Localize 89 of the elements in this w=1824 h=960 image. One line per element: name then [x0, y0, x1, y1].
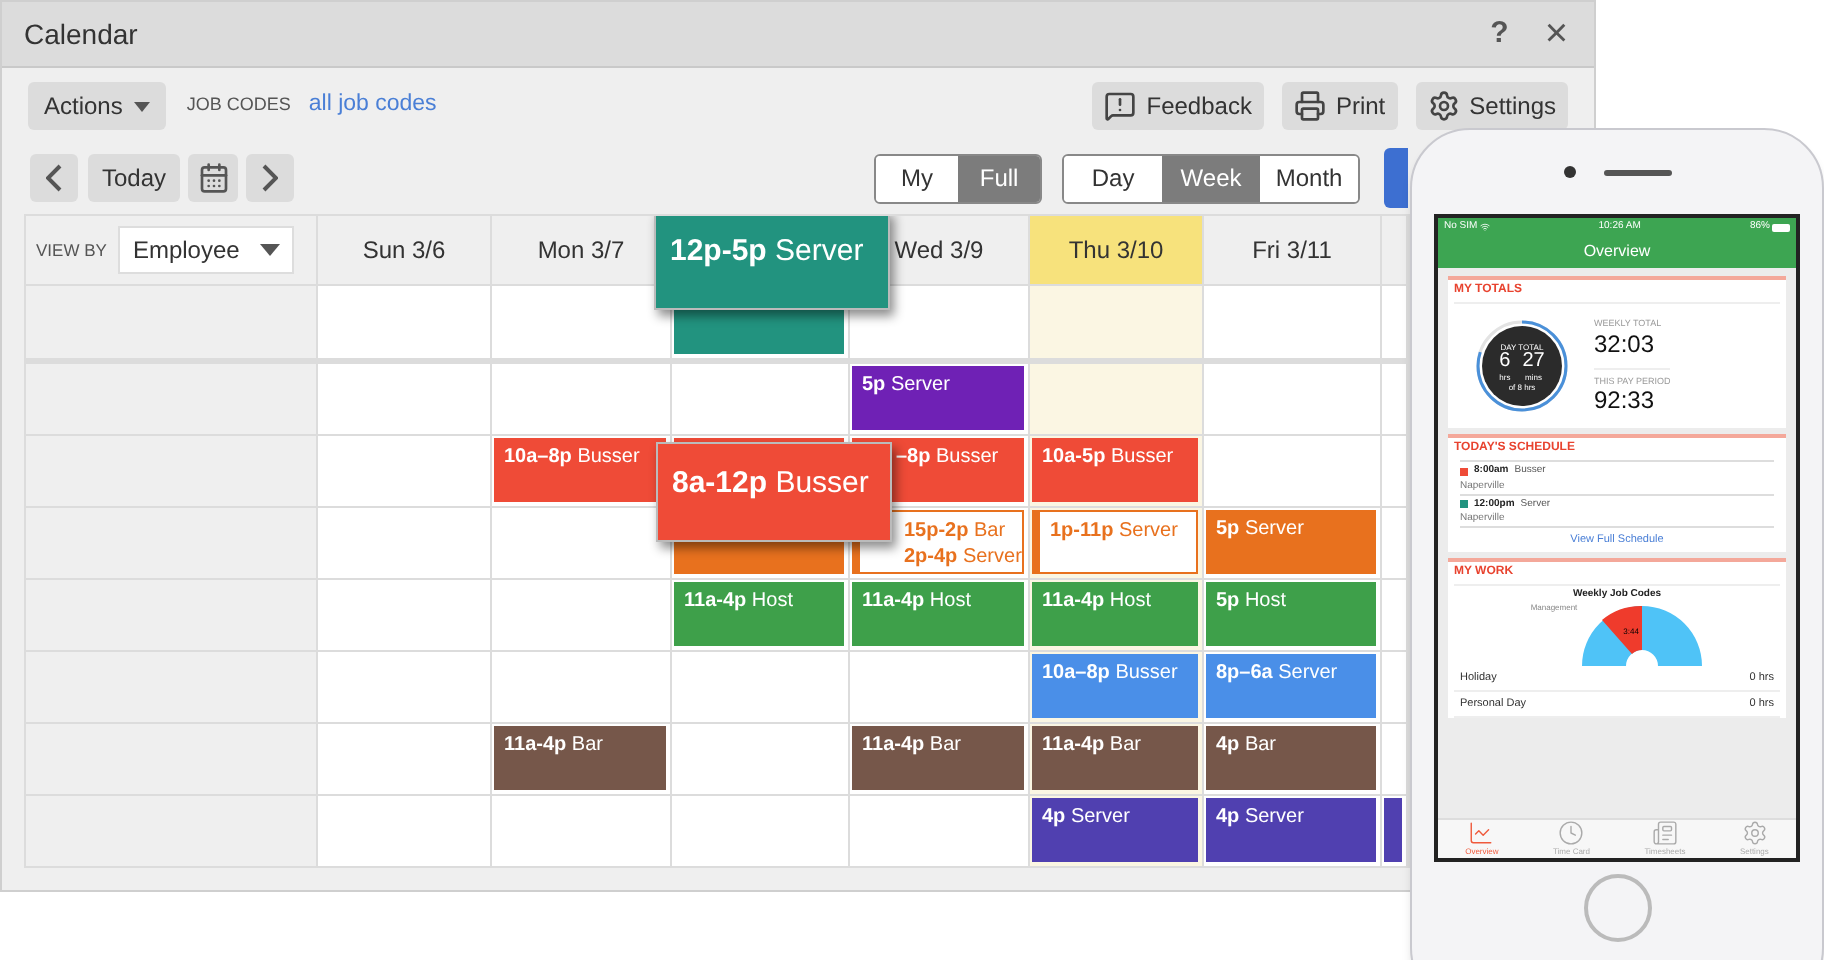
- view-by-select[interactable]: Employee: [118, 226, 295, 274]
- shift-label: 10a–8p Busser: [1042, 660, 1178, 686]
- feedback-icon: [1104, 90, 1137, 122]
- actions-button[interactable]: Actions: [28, 82, 167, 130]
- view-toggle[interactable]: Week: [1162, 155, 1261, 201]
- shift-block[interactable]: 10a–8p Busser: [494, 438, 666, 502]
- day-label: Wed 3/9: [894, 234, 984, 268]
- shift-block[interactable]: 11a-4p Host: [1032, 582, 1198, 646]
- hours-value: 6: [1499, 351, 1511, 371]
- view-toggle[interactable]: Month: [1260, 155, 1359, 201]
- job-codes-label: JOB CODES: [186, 92, 291, 119]
- speaker-icon: [1603, 169, 1671, 175]
- shift-label: 11a-4p Host: [862, 588, 971, 614]
- shift-label: 11a-4p Host: [684, 588, 793, 614]
- shift-block[interactable]: 11a-4p Bar: [494, 726, 666, 790]
- day-label: Sun 3/6: [362, 234, 446, 268]
- chart-icon: [1468, 820, 1495, 846]
- shift-label: 11a-4p Bar: [504, 732, 603, 758]
- shift-block[interactable]: 1p-11p Server: [1032, 510, 1198, 574]
- day-cell: [1382, 286, 1406, 358]
- day-label: Mon 3/7: [537, 234, 625, 268]
- shift-block[interactable]: 10a-5p Busser: [1032, 438, 1198, 502]
- shift-block[interactable]: 10a–8p Busser: [1032, 654, 1198, 718]
- job-codes-link[interactable]: all job codes: [308, 88, 437, 124]
- next-button[interactable]: [246, 154, 295, 202]
- shift-label: 2p-4p Server: [904, 544, 1022, 570]
- period-value: 92:33: [1594, 388, 1657, 415]
- shift-label: 5p Server: [1216, 516, 1304, 542]
- sheet-icon: [1651, 820, 1678, 846]
- shift-label: 11a-4p Host: [1042, 588, 1151, 614]
- day-label: Fri 3/11: [1252, 234, 1332, 268]
- shift-label: 5p Host: [1216, 588, 1287, 614]
- shift-label: 15p-2p Bar: [904, 518, 1006, 544]
- toolbar-button[interactable]: Feedback: [1092, 82, 1264, 130]
- shift-label: 8p–6a Server: [1216, 660, 1338, 686]
- settings-icon: [1741, 820, 1768, 846]
- chevron-left-icon: [46, 164, 62, 192]
- shift-block[interactable]: 11a-4p Host: [674, 582, 844, 646]
- shift-block[interactable]: 8p–6a Server: [1206, 654, 1376, 718]
- shift-label: 10a-5p Busser: [1042, 444, 1174, 470]
- weekly-value: 32:03: [1594, 331, 1657, 357]
- help-button[interactable]: ?: [1490, 11, 1509, 57]
- view-by-label: VIEW BY: [36, 237, 107, 263]
- shift-block[interactable]: 5p Server: [852, 366, 1024, 430]
- settings-icon: [1427, 90, 1460, 122]
- job-codes-chart-drawing: [1579, 602, 1704, 667]
- printer-icon: [1293, 90, 1326, 122]
- wifi-icon: [1479, 222, 1490, 232]
- shift-block[interactable]: 5p Server: [1206, 510, 1376, 574]
- caret-icon: [260, 244, 281, 256]
- toolbar-button[interactable]: [1384, 148, 1409, 208]
- shift-label: 11a-4p Bar: [862, 732, 961, 758]
- window-title: Calendar: [24, 15, 138, 53]
- scope-toggle[interactable]: My: [876, 155, 959, 201]
- battery-icon: [1771, 223, 1790, 231]
- calendar-icon: [197, 162, 230, 194]
- shift-label: –8p Busser: [896, 444, 999, 470]
- camera-icon: [1563, 166, 1575, 178]
- view-toggle[interactable]: Day: [1064, 155, 1163, 201]
- popup-label: 12p-5p Server: [670, 234, 864, 268]
- day-cell: [1382, 436, 1406, 506]
- date-picker-button[interactable]: [188, 154, 239, 202]
- shift-label: 4p Server: [1216, 804, 1304, 830]
- shift-block[interactable]: 11a-4p Bar: [852, 726, 1024, 790]
- shift-label: 5p Server: [862, 372, 950, 398]
- shift-label: 10a–8p Busser: [504, 444, 640, 470]
- shift-label: 4p Server: [1042, 804, 1130, 830]
- shift-label: 4p Bar: [1216, 732, 1277, 758]
- toolbar-button[interactable]: Print: [1281, 82, 1398, 130]
- shift-block[interactable]: 4p Server: [1206, 798, 1376, 862]
- shift-block[interactable]: 11a-4p Bar: [1032, 726, 1198, 790]
- shift-label: 1p-11p Server: [1050, 518, 1178, 544]
- shift-label: 11a-4p Bar: [1042, 732, 1141, 758]
- toolbar-button[interactable]: Settings: [1415, 82, 1568, 130]
- minutes-value: 27: [1522, 351, 1545, 371]
- chevron-right-icon: [262, 164, 279, 192]
- shift-block[interactable]: 5p Host: [1206, 582, 1376, 646]
- shift-block[interactable]: 4p Bar: [1206, 726, 1376, 790]
- close-button[interactable]: ×: [1544, 14, 1568, 54]
- caret-icon: [134, 101, 151, 111]
- shift-block[interactable]: 11a-4p Host: [852, 582, 1024, 646]
- day-label: Thu 3/10: [1068, 234, 1164, 268]
- clock-icon: [1558, 820, 1585, 846]
- today-button[interactable]: Today: [88, 154, 181, 202]
- previous-button[interactable]: [30, 154, 78, 202]
- day-cell: [1382, 364, 1406, 434]
- shift-block[interactable]: 4p Server: [1032, 798, 1198, 862]
- screen-title: Overview: [1581, 240, 1653, 264]
- scope-toggle[interactable]: Full: [958, 155, 1041, 201]
